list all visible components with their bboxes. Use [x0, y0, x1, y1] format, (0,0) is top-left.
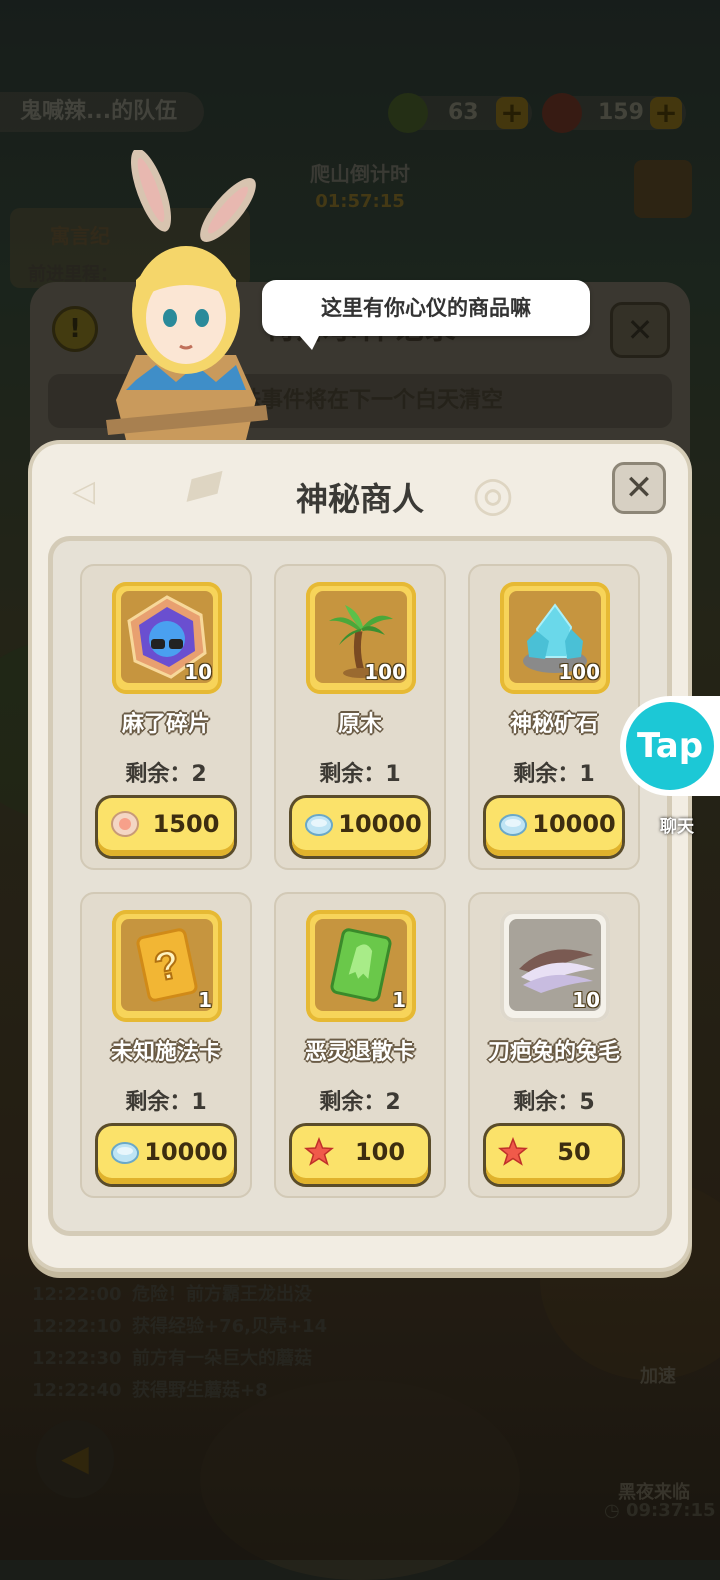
item-price: 1500: [152, 810, 220, 838]
buy-button[interactable]: 10000: [486, 798, 622, 856]
item-quantity: 1: [392, 988, 406, 1012]
item-price: 10000: [144, 1138, 228, 1166]
item-name: 麻了碎片: [121, 712, 210, 737]
shop-item: 100 原木 剩余：1 10000: [274, 564, 446, 870]
item-quantity: 10: [184, 660, 212, 684]
item-icon-frame[interactable]: 100: [306, 582, 416, 694]
buy-button[interactable]: 100: [292, 1126, 428, 1184]
item-remaining: 剩余：1: [513, 762, 595, 787]
buy-button[interactable]: 10000: [98, 1126, 234, 1184]
starfish-icon: [498, 1137, 528, 1166]
shop-item: 10 刀疤兔的兔毛 剩余：5 50: [468, 892, 640, 1198]
item-price: 10000: [338, 810, 422, 838]
item-price: 10000: [532, 810, 616, 838]
speech-bubble: 这里有你心仪的商品嘛: [262, 280, 590, 350]
pearl-icon: [111, 811, 139, 837]
item-quantity: 1: [198, 988, 212, 1012]
item-name: 恶灵退散卡: [304, 1040, 415, 1065]
item-price: 50: [557, 1138, 591, 1166]
mystery-merchant-dialog: ◁ ▰ ◎ 神秘商人 ✕ 10 麻了碎片 剩余：2 1500 100 原木 剩余…: [32, 444, 688, 1268]
item-remaining: 剩余：2: [319, 1090, 401, 1115]
item-name: 刀疤兔的兔毛: [487, 1040, 620, 1065]
item-quantity: 100: [558, 660, 600, 684]
close-button[interactable]: ✕: [612, 462, 666, 514]
item-icon-frame[interactable]: 100: [500, 582, 610, 694]
shell-icon: [305, 814, 333, 836]
item-icon-frame[interactable]: 10: [112, 582, 222, 694]
tap-logo: Tap: [626, 702, 714, 790]
buy-button[interactable]: 10000: [292, 798, 428, 856]
tap-floating-button[interactable]: Tap: [620, 696, 720, 796]
shop-item: 100 神秘矿石 剩余：1 10000: [468, 564, 640, 870]
item-name: 未知施法卡: [110, 1040, 221, 1065]
item-quantity: 10: [572, 988, 600, 1012]
buy-button[interactable]: 50: [486, 1126, 622, 1184]
shop-item: ? 1 未知施法卡 剩余：1 10000: [80, 892, 252, 1198]
item-name: 神秘矿石: [509, 712, 598, 737]
chat-label[interactable]: 聊天: [660, 812, 694, 837]
speech-text: 这里有你心仪的商品嘛: [321, 296, 531, 320]
shop-grid: 10 麻了碎片 剩余：2 1500 100 原木 剩余：1 10000 100 …: [48, 536, 672, 1236]
shop-item: 1 恶灵退散卡 剩余：2 100: [274, 892, 446, 1198]
item-remaining: 剩余：1: [319, 762, 401, 787]
item-remaining: 剩余：1: [125, 1090, 207, 1115]
item-icon-frame[interactable]: 10: [500, 910, 610, 1022]
shop-item: 10 麻了碎片 剩余：2 1500: [80, 564, 252, 870]
merchant-character: [106, 150, 268, 440]
item-remaining: 剩余：5: [513, 1090, 595, 1115]
shell-icon: [111, 1142, 139, 1164]
dialog-title: 神秘商人: [295, 480, 424, 518]
item-quantity: 100: [364, 660, 406, 684]
item-name: 原木: [337, 712, 382, 737]
buy-button[interactable]: 1500: [98, 798, 234, 856]
item-icon-frame[interactable]: ? 1: [112, 910, 222, 1022]
shell-icon: [499, 814, 527, 836]
item-remaining: 剩余：2: [125, 762, 207, 787]
starfish-icon: [304, 1137, 334, 1166]
item-icon-frame[interactable]: 1: [306, 910, 416, 1022]
close-icon: ✕: [624, 468, 654, 508]
item-price: 100: [354, 1138, 406, 1166]
